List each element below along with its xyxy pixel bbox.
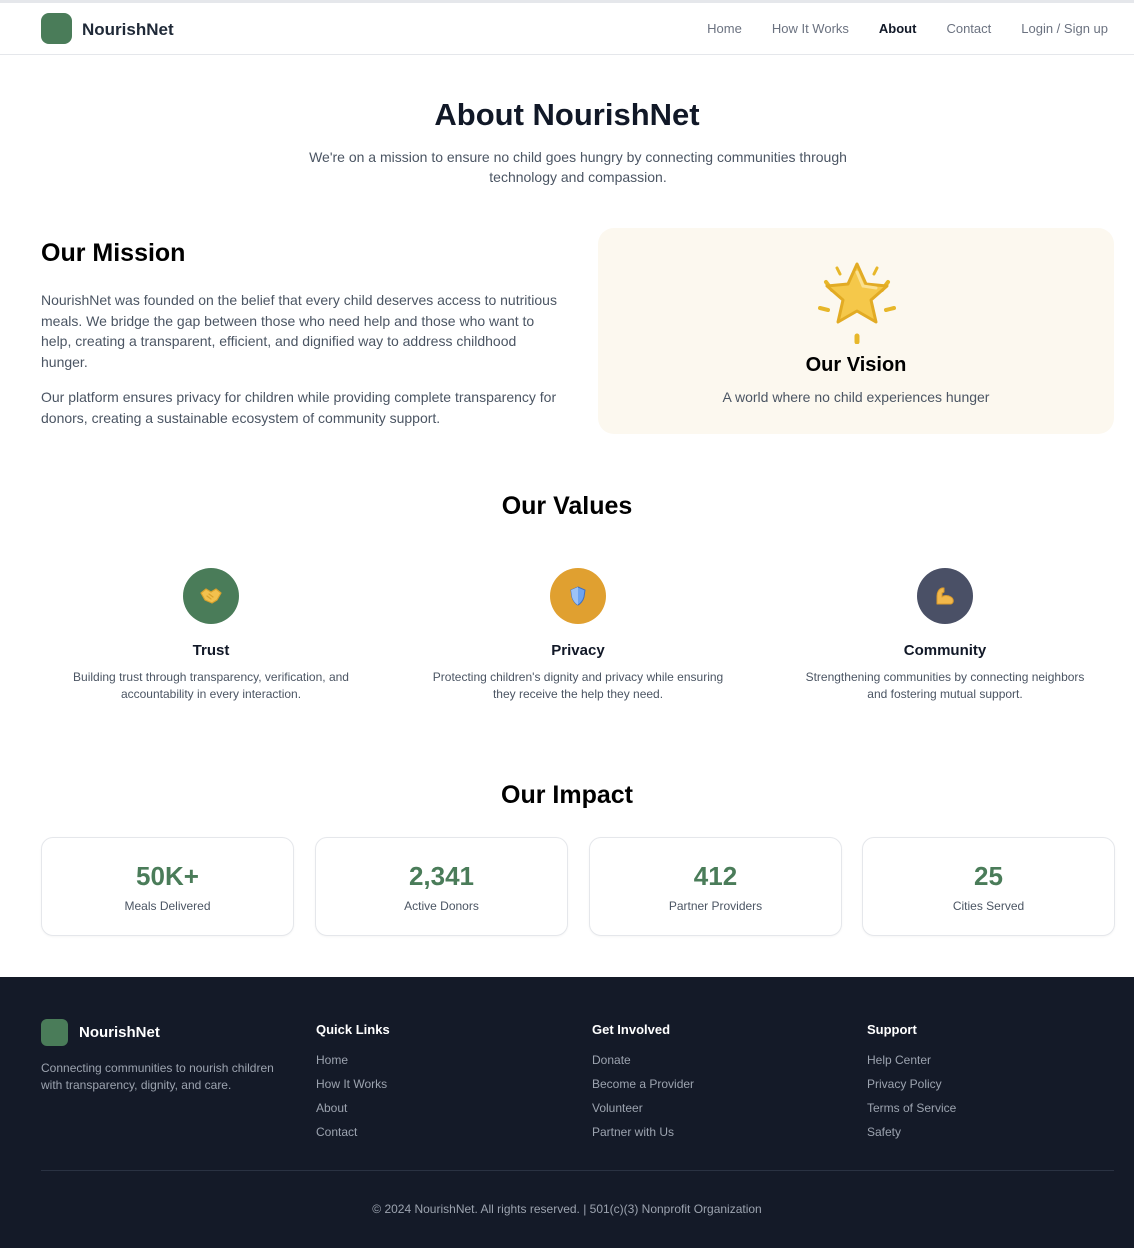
footer-col-heading: Get Involved [592,1022,671,1037]
stat-label: Active Donors [404,899,479,913]
brand-name[interactable]: NourishNet [82,20,174,40]
footer-link-contact[interactable]: Contact [316,1125,390,1140]
stat-value: 412 [693,861,738,891]
star-icon [812,260,902,345]
footer-link-how-it-works[interactable]: How It Works [316,1077,390,1092]
value-privacy: Privacy Protecting children's dignity an… [418,568,738,703]
main-nav: Home How It Works About Contact Login / … [677,21,1108,36]
nav-how-it-works[interactable]: How It Works [772,21,849,36]
values-heading: Our Values [501,492,633,520]
value-title: Trust [192,642,230,659]
impact-heading: Our Impact [501,781,633,809]
mission-paragraph-2: Our platform ensures privacy for childre… [41,389,557,426]
value-title: Community [903,642,987,659]
vision-heading: Our Vision [805,354,907,376]
stat-label: Cities Served [952,899,1025,913]
footer-tagline: Connecting communities to nourish childr… [41,1061,274,1092]
footer-link-donate[interactable]: Donate [592,1053,694,1068]
footer-copyright: © 2024 NourishNet. All rights reserved. … [372,1202,762,1216]
footer-link-partner[interactable]: Partner with Us [592,1125,694,1140]
vision-card: Our Vision A world where no child experi… [598,228,1114,434]
vision-text: A world where no child experiences hunge… [722,389,990,405]
footer-brand[interactable]: NourishNet [79,1024,160,1041]
stat-card-providers: 412 Partner Providers [589,837,842,936]
value-trust: Trust Building trust through transparenc… [51,568,371,703]
footer-link-terms[interactable]: Terms of Service [867,1101,956,1116]
mission-paragraph-1: NourishNet was founded on the belief tha… [41,292,557,370]
value-title: Privacy [551,642,605,659]
handshake-icon [183,568,239,624]
value-description: Building trust through transparency, ver… [73,670,349,701]
nav-home[interactable]: Home [707,21,742,36]
footer-col-support: Support Help Center Privacy Policy Terms… [867,1022,956,1149]
logo-icon[interactable] [41,13,72,44]
footer-link-safety[interactable]: Safety [867,1125,956,1140]
nav-about[interactable]: About [879,21,917,36]
footer-link-become-provider[interactable]: Become a Provider [592,1077,694,1092]
footer-link-home[interactable]: Home [316,1053,390,1068]
footer-link-volunteer[interactable]: Volunteer [592,1101,694,1116]
stat-value: 50K+ [136,861,199,891]
footer-link-privacy-policy[interactable]: Privacy Policy [867,1077,956,1092]
value-description: Protecting children's dignity and privac… [432,670,724,701]
stat-card-donors: 2,341 Active Donors [315,837,568,936]
value-community: Community Strengthening communities by c… [785,568,1105,703]
footer-logo-icon[interactable] [41,1019,68,1046]
value-description: Strengthening communities by connecting … [805,670,1085,701]
site-header: NourishNet Home How It Works About Conta… [0,3,1134,55]
footer-col-heading: Support [867,1022,917,1037]
footer-col-heading: Quick Links [316,1022,390,1037]
mission-heading: Our Mission [41,239,186,267]
stat-label: Partner Providers [668,899,763,913]
footer-col-quick-links: Quick Links Home How It Works About Cont… [316,1022,390,1149]
stat-value: 25 [974,861,1003,891]
nav-contact[interactable]: Contact [946,21,991,36]
footer-link-help-center[interactable]: Help Center [867,1053,956,1068]
stat-label: Meals Delivered [124,899,211,913]
stat-card-meals: 50K+ Meals Delivered [41,837,294,936]
footer-col-get-involved: Get Involved Donate Become a Provider Vo… [592,1022,694,1149]
stat-value: 2,341 [408,861,475,891]
footer-link-about[interactable]: About [316,1101,390,1116]
nav-login-signup[interactable]: Login / Sign up [1021,21,1108,36]
footer-divider [41,1170,1114,1171]
site-footer: NourishNet Connecting communities to nou… [0,977,1134,1248]
shield-icon [550,568,606,624]
stat-card-cities: 25 Cities Served [862,837,1115,936]
page-title: About NourishNet [434,97,700,132]
flexed-biceps-icon [917,568,973,624]
page-subtitle: We're on a mission to ensure no child go… [309,149,847,185]
